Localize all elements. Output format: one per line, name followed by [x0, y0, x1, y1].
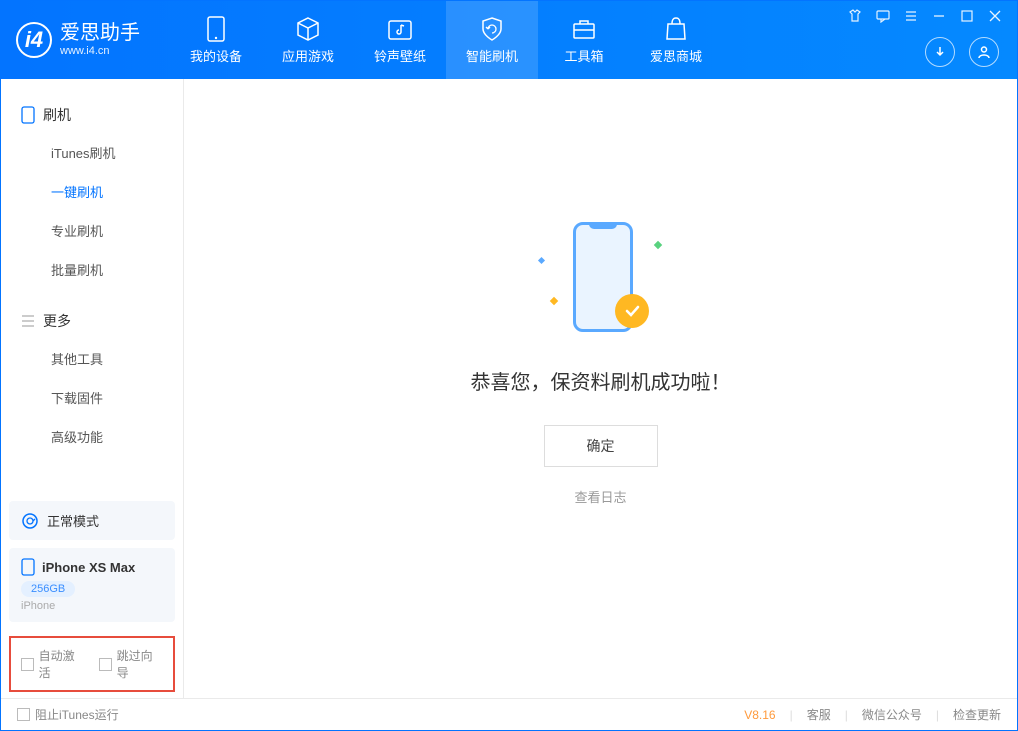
device-card[interactable]: iPhone XS Max 256GB iPhone — [9, 548, 175, 622]
main-tabs: 我的设备 应用游戏 铃声壁纸 智能刷机 工具箱 爱思商城 — [170, 1, 722, 79]
success-message: 恭喜您，保资料刷机成功啦！ — [471, 366, 731, 395]
sidebar-item-advanced[interactable]: 高级功能 — [1, 417, 183, 456]
close-button[interactable] — [988, 9, 1002, 23]
user-button[interactable] — [969, 37, 999, 67]
list-icon — [21, 314, 35, 328]
sync-icon — [21, 512, 39, 530]
sidebar-group-more: 更多 — [1, 303, 183, 339]
bag-icon — [663, 16, 689, 42]
tab-my-device[interactable]: 我的设备 — [170, 1, 262, 79]
device-storage: 256GB — [21, 581, 75, 597]
tab-store[interactable]: 爱思商城 — [630, 1, 722, 79]
success-illustration — [531, 212, 671, 342]
content-area: 恭喜您，保资料刷机成功啦！ 确定 查看日志 — [184, 79, 1017, 698]
cube-icon — [295, 16, 321, 42]
sidebar-item-pro-flash[interactable]: 专业刷机 — [1, 211, 183, 250]
tab-ringtone[interactable]: 铃声壁纸 — [354, 1, 446, 79]
checkbox-skip-guide[interactable]: 跳过向导 — [99, 647, 163, 681]
sidebar: 刷机 iTunes刷机 一键刷机 专业刷机 批量刷机 更多 其他工具 下载固件 … — [1, 79, 184, 698]
options-checkbox-group: 自动激活 跳过向导 — [9, 636, 175, 692]
window-controls — [848, 9, 1002, 23]
menu-icon[interactable] — [904, 9, 918, 23]
sidebar-item-batch-flash[interactable]: 批量刷机 — [1, 250, 183, 289]
feedback-icon[interactable] — [876, 9, 890, 23]
sidebar-item-itunes-flash[interactable]: iTunes刷机 — [1, 133, 183, 172]
tab-apps[interactable]: 应用游戏 — [262, 1, 354, 79]
shield-refresh-icon — [479, 16, 505, 42]
checkmark-icon — [615, 294, 649, 328]
phone-icon — [203, 16, 229, 42]
checkbox-auto-activate[interactable]: 自动激活 — [21, 647, 85, 681]
minimize-button[interactable] — [932, 9, 946, 23]
footer-link-update[interactable]: 检查更新 — [953, 706, 1001, 723]
header: i4 爱思助手 www.i4.cn 我的设备 应用游戏 铃声壁纸 智能刷机 工具… — [1, 1, 1017, 79]
tab-toolbox[interactable]: 工具箱 — [538, 1, 630, 79]
briefcase-icon — [571, 16, 597, 42]
logo-icon: i4 — [16, 22, 52, 58]
shirt-icon[interactable] — [848, 9, 862, 23]
version-label: V8.16 — [744, 708, 775, 722]
checkbox-block-itunes[interactable]: 阻止iTunes运行 — [17, 706, 119, 723]
view-log-link[interactable]: 查看日志 — [574, 487, 626, 506]
device-type: iPhone — [21, 600, 163, 612]
mode-label: 正常模式 — [47, 511, 99, 530]
logo[interactable]: i4 爱思助手 www.i4.cn — [16, 21, 140, 58]
phone-small-icon — [21, 106, 35, 124]
download-button[interactable] — [925, 37, 955, 67]
device-icon — [21, 558, 35, 576]
sidebar-item-download-firmware[interactable]: 下载固件 — [1, 378, 183, 417]
footer-link-support[interactable]: 客服 — [807, 706, 831, 723]
sidebar-group-flash: 刷机 — [1, 97, 183, 133]
footer-link-wechat[interactable]: 微信公众号 — [862, 706, 922, 723]
music-folder-icon — [387, 16, 413, 42]
ok-button[interactable]: 确定 — [544, 425, 658, 467]
app-title: 爱思助手 — [60, 21, 140, 45]
mode-card[interactable]: 正常模式 — [9, 501, 175, 540]
sidebar-item-oneclick-flash[interactable]: 一键刷机 — [1, 172, 183, 211]
device-name: iPhone XS Max — [42, 560, 135, 575]
app-url: www.i4.cn — [60, 45, 140, 58]
tab-flash[interactable]: 智能刷机 — [446, 1, 538, 79]
footer: 阻止iTunes运行 V8.16 | 客服 | 微信公众号 | 检查更新 — [1, 698, 1017, 730]
sidebar-item-other-tools[interactable]: 其他工具 — [1, 339, 183, 378]
maximize-button[interactable] — [960, 9, 974, 23]
